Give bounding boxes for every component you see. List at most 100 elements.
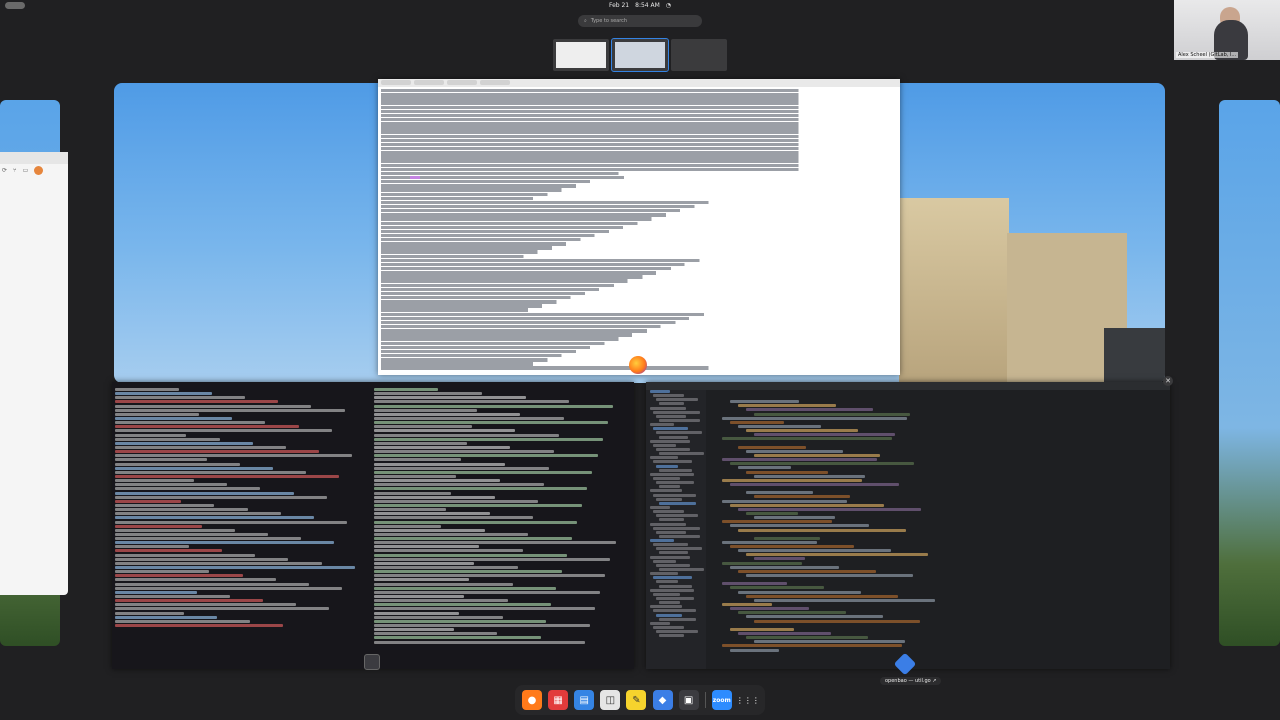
merge-icon[interactable]: ⑂ [13, 167, 17, 174]
dock-document-viewer[interactable]: ▤ [574, 690, 595, 710]
tree-item[interactable] [659, 402, 684, 406]
tree-item[interactable] [656, 613, 682, 617]
tree-item[interactable] [653, 609, 696, 613]
tree-item[interactable] [653, 592, 680, 596]
dock-text-editor[interactable]: ✎ [626, 690, 647, 710]
browser-log-window[interactable] [378, 79, 900, 375]
tree-item[interactable] [650, 522, 686, 526]
dock-terminal[interactable]: ▣ [678, 690, 699, 710]
dock-show-apps[interactable]: ⋮⋮⋮ [736, 690, 760, 710]
tree-item[interactable] [653, 576, 692, 580]
log-line [381, 354, 578, 358]
avatar[interactable] [34, 165, 44, 175]
tree-item[interactable] [659, 617, 696, 621]
tree-item[interactable] [656, 547, 702, 551]
tree-item[interactable] [659, 584, 692, 588]
clock[interactable]: Feb 21 8:54 AM ◔ [609, 2, 671, 9]
activities-button[interactable] [5, 2, 25, 9]
tree-item[interactable] [656, 481, 694, 485]
inbox-icon[interactable]: ▭ [23, 167, 29, 174]
tree-item[interactable] [650, 472, 694, 476]
dock-firefox[interactable]: ● [522, 690, 543, 710]
log-line [381, 279, 650, 283]
tree-item[interactable] [659, 501, 696, 505]
dock-goland[interactable]: ◆ [652, 690, 673, 710]
terminal-window[interactable] [112, 382, 634, 669]
tree-item[interactable] [656, 431, 702, 435]
tree-item[interactable] [650, 439, 690, 443]
tree-item[interactable] [650, 621, 670, 625]
tree-item[interactable] [656, 398, 698, 402]
tree-item[interactable] [650, 588, 694, 592]
tree-item[interactable] [659, 568, 704, 572]
tree-item[interactable] [650, 555, 690, 559]
dock-zoom[interactable]: zoom [711, 690, 732, 710]
tree-item[interactable] [659, 601, 680, 605]
tree-item[interactable] [653, 559, 676, 563]
tree-item[interactable] [653, 410, 700, 414]
tree-item[interactable] [653, 460, 692, 464]
search-input[interactable]: ⌕ Type to search [578, 15, 702, 27]
workspace-thumbnail-2[interactable] [611, 38, 669, 72]
tree-item[interactable] [656, 580, 678, 584]
terminal-line [115, 441, 253, 445]
code-editor-window[interactable] [646, 382, 1170, 669]
tree-item[interactable] [659, 551, 688, 555]
terminal-line [374, 586, 557, 590]
history-icon[interactable]: ⟳ [2, 167, 7, 174]
tree-item[interactable] [659, 485, 680, 489]
tree-item[interactable] [659, 534, 700, 538]
tree-item[interactable] [659, 418, 700, 422]
tree-item[interactable] [650, 605, 682, 609]
tree-item[interactable] [659, 518, 684, 522]
workspace-thumbnail-3[interactable] [671, 39, 727, 71]
log-line [381, 271, 681, 275]
tree-item[interactable] [650, 489, 682, 493]
tree-item[interactable] [656, 514, 698, 518]
tree-item[interactable] [653, 394, 684, 398]
tree-item[interactable] [656, 530, 686, 534]
tree-item[interactable] [653, 510, 684, 514]
tree-item[interactable] [656, 563, 690, 567]
browser-tab[interactable] [447, 80, 477, 85]
tree-item[interactable] [656, 447, 690, 451]
close-window-button[interactable]: ✕ [1163, 376, 1173, 386]
tree-item[interactable] [653, 427, 688, 431]
tree-item[interactable] [650, 505, 670, 509]
tree-item[interactable] [659, 435, 688, 439]
tree-item[interactable] [659, 468, 692, 472]
browser-tab[interactable] [381, 80, 411, 85]
tree-item[interactable] [653, 543, 688, 547]
tree-item[interactable] [653, 476, 680, 480]
terminal-line [374, 462, 506, 466]
tree-item[interactable] [653, 526, 700, 530]
log-line [381, 312, 732, 316]
tree-item[interactable] [650, 456, 678, 460]
tree-item[interactable] [653, 493, 696, 497]
tree-item[interactable] [653, 626, 684, 630]
tree-item[interactable] [653, 443, 676, 447]
tree-item[interactable] [656, 630, 698, 634]
tree-item[interactable] [659, 452, 704, 456]
tree-item[interactable] [650, 390, 670, 393]
dock-software[interactable]: ◫ [600, 690, 621, 710]
tree-item[interactable] [656, 414, 686, 418]
tree-item[interactable] [656, 464, 678, 468]
terminal-line [374, 437, 603, 441]
workspace-thumbnail-1[interactable] [553, 39, 609, 71]
tree-item[interactable] [650, 572, 678, 576]
tree-item[interactable] [650, 423, 674, 427]
tree-item[interactable] [659, 634, 684, 638]
browser-tab[interactable] [480, 80, 510, 85]
tree-item[interactable] [656, 597, 694, 601]
code-area[interactable] [722, 396, 1162, 653]
log-line [381, 233, 614, 238]
next-workspace[interactable] [1219, 100, 1280, 646]
project-tree[interactable] [646, 390, 706, 669]
browser-window-left[interactable]: ⟳ ⑂ ▭ [0, 152, 68, 595]
tree-item[interactable] [650, 539, 674, 543]
browser-tab[interactable] [414, 80, 444, 85]
tree-item[interactable] [656, 497, 682, 501]
dock-calendar[interactable]: ▦ [548, 690, 569, 710]
tree-item[interactable] [650, 406, 686, 410]
